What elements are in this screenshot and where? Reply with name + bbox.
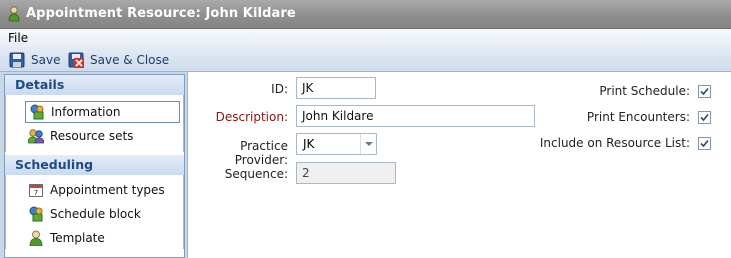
floppy-disk-icon: [9, 52, 25, 68]
sidebar-item-label: Appointment types: [50, 183, 165, 197]
menu-file[interactable]: File: [8, 31, 28, 45]
id-field[interactable]: JK: [296, 77, 376, 99]
include-resource-list-checkbox[interactable]: [698, 137, 711, 150]
practice-provider-dropdown[interactable]: JK: [296, 133, 377, 155]
schedule-block-icon: [29, 206, 43, 222]
person-icon: [29, 230, 43, 246]
checkmark-icon: [700, 113, 709, 122]
print-schedule-checkbox[interactable]: [698, 85, 711, 98]
form-panel: ID: JK Description: John Kildare Practic…: [187, 72, 731, 258]
sequence-field: 2: [296, 162, 396, 184]
sequence-label: Sequence:: [224, 167, 288, 181]
checkmark-icon: [700, 139, 709, 148]
print-schedule-label: Print Schedule:: [599, 84, 690, 98]
include-resource-list-label: Include on Resource List:: [539, 136, 690, 150]
save-close-button[interactable]: Save & Close: [68, 51, 169, 69]
save-button[interactable]: Save: [9, 51, 60, 69]
sidebar-item-template[interactable]: Template: [25, 227, 180, 249]
toolbar: Save Save & Close: [0, 47, 731, 72]
print-encounters-label: Print Encounters:: [586, 110, 690, 124]
sidebar: Details Information Resource sets Schedu…: [4, 74, 185, 258]
save-close-icon: [68, 52, 84, 68]
sidebar-item-label: Resource sets: [50, 129, 134, 143]
sidebar-item-schedule-block[interactable]: Schedule block: [25, 203, 180, 225]
practice-provider-value: JK: [303, 137, 315, 151]
description-label: Description:: [215, 110, 288, 124]
svg-text:7: 7: [34, 189, 38, 197]
sidebar-item-appointment-types[interactable]: 7 Appointment types: [25, 179, 180, 201]
sidebar-item-label: Schedule block: [50, 207, 141, 221]
sidebar-item-label: Information: [51, 105, 121, 119]
description-field[interactable]: John Kildare: [296, 105, 535, 127]
calendar-icon: 7: [29, 184, 43, 197]
menu-bar: File: [0, 29, 731, 47]
details-group: Information Resource sets: [5, 95, 184, 152]
chevron-down-icon[interactable]: [360, 134, 376, 154]
save-close-label: Save & Close: [90, 53, 170, 67]
sidebar-item-resource-sets[interactable]: Resource sets: [25, 125, 180, 147]
information-icon: [30, 104, 44, 120]
print-encounters-checkbox[interactable]: [698, 111, 711, 124]
id-label: ID:: [271, 82, 288, 96]
user-icon: [8, 6, 20, 22]
checkmark-icon: [700, 87, 709, 96]
practice-provider-label: Practice Provider:: [234, 139, 288, 167]
scheduling-group: 7 Appointment types Schedule block Templ…: [5, 175, 184, 249]
sidebar-item-information[interactable]: Information: [25, 101, 180, 123]
scheduling-header[interactable]: Scheduling: [5, 155, 184, 175]
save-label: Save: [31, 53, 61, 67]
resource-sets-icon: [28, 129, 44, 144]
title-bar: Appointment Resource: John Kildare: [0, 0, 731, 29]
sidebar-item-label: Template: [50, 231, 105, 245]
details-header[interactable]: Details: [5, 75, 184, 95]
window-title: Appointment Resource: John Kildare: [26, 6, 296, 21]
